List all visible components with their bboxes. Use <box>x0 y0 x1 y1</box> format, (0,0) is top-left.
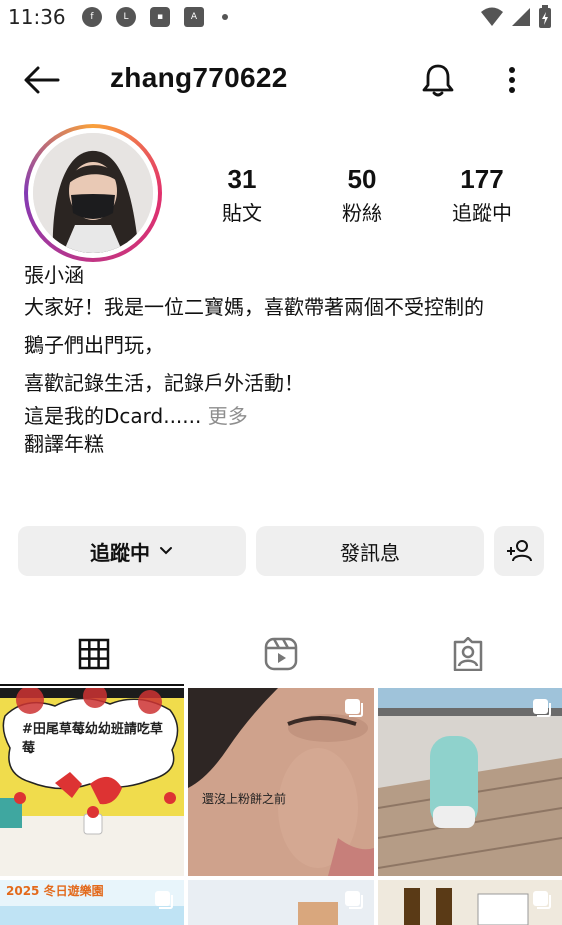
add-person-icon <box>507 540 532 562</box>
system-status-icons <box>480 5 552 29</box>
battery-icon <box>539 5 551 28</box>
bio-line: 這是我的Dcard...... <box>24 404 202 428</box>
bio-line: 喜歡記錄生活，記錄戶外活動！ <box>24 371 304 395</box>
multiple-photos-icon <box>155 891 173 909</box>
message-button[interactable]: 發訊息 <box>256 526 484 576</box>
more-options-icon[interactable] <box>500 62 524 98</box>
active-tab-indicator <box>0 684 184 686</box>
bio-line: 鵝子們出門玩， <box>24 333 164 357</box>
display-name: 張小涵 <box>24 263 84 287</box>
status-bar: 11:36 f L ▪ A <box>0 0 562 36</box>
posts-grid: #田尾草莓幼幼班請吃草莓 還沒上粉餅之前 2025 冬日遊樂園 <box>0 688 562 925</box>
tab-reels[interactable] <box>187 624 374 684</box>
post-caption-text: #田尾草莓幼幼班請吃草莓 <box>22 722 163 756</box>
bio-line: 大家好！我是一位二寶媽，喜歡帶著兩個不受控制的 <box>24 295 484 319</box>
post-thumbnail[interactable] <box>378 880 562 925</box>
avatar[interactable] <box>33 133 153 253</box>
multiple-photos-icon <box>345 891 363 909</box>
bio-more-row: 這是我的Dcard...... 更多 <box>24 402 544 430</box>
post-caption-text: 2025 冬日遊樂園 <box>6 884 104 898</box>
bio-more-link[interactable]: 更多 <box>208 404 248 428</box>
posts-label: 貼文 <box>222 201 262 225</box>
post-caption-text: 還沒上粉餅之前 <box>202 792 287 806</box>
news-icon: A <box>184 7 204 27</box>
suggest-people-button[interactable] <box>494 526 544 576</box>
message-button-label: 發訊息 <box>340 540 400 565</box>
post-thumbnail[interactable]: 還沒上粉餅之前 <box>188 688 374 876</box>
avatar-photo <box>33 133 153 253</box>
status-time: 11:36 <box>8 5 66 29</box>
followers-label: 粉絲 <box>342 201 382 225</box>
facebook-icon: f <box>82 7 102 27</box>
chevron-down-icon <box>160 547 172 555</box>
notification-icons: f L ▪ A <box>82 7 228 27</box>
profile-username: zhang770622 <box>110 62 288 93</box>
post-thumbnail[interactable] <box>188 880 374 925</box>
tagged-icon <box>453 637 482 671</box>
multiple-photos-icon <box>533 891 551 909</box>
profile-header: zhang770622 <box>0 52 562 108</box>
flipboard-icon: ▪ <box>150 7 170 27</box>
line-icon: L <box>116 7 136 27</box>
wifi-icon <box>481 7 503 26</box>
post-image <box>0 688 184 876</box>
reels-icon <box>264 637 297 671</box>
bell-icon[interactable] <box>418 60 458 100</box>
multiple-photos-icon <box>533 699 551 717</box>
tab-tagged[interactable] <box>374 624 561 684</box>
posts-count: 31 <box>227 164 257 194</box>
profile-tabs <box>0 624 562 686</box>
tab-posts-grid[interactable] <box>0 624 187 684</box>
post-thumbnail[interactable] <box>378 688 562 876</box>
story-ring[interactable] <box>24 124 162 262</box>
following-count: 177 <box>460 164 504 194</box>
signal-icon <box>512 8 530 26</box>
multiple-photos-icon <box>345 699 363 717</box>
followers-stat[interactable]: 50 粉絲 <box>312 164 412 226</box>
posts-stat[interactable]: 31 貼文 <box>192 164 292 226</box>
following-button-label: 追蹤中 <box>90 540 150 565</box>
following-stat[interactable]: 177 追蹤中 <box>432 164 532 226</box>
profile-bio: 張小涵 大家好！我是一位二寶媽，喜歡帶著兩個不受控制的 鵝子們出門玩， 喜歡記錄… <box>24 262 544 458</box>
more-notifications-dot <box>222 14 228 20</box>
post-thumbnail[interactable]: #田尾草莓幼幼班請吃草莓 <box>0 688 184 876</box>
post-thumbnail[interactable]: 2025 冬日遊樂園 <box>0 880 184 925</box>
following-label: 追蹤中 <box>452 201 512 225</box>
grid-icon <box>78 638 109 670</box>
back-arrow-icon[interactable] <box>22 64 62 96</box>
following-button[interactable]: 追蹤中 <box>18 526 246 576</box>
followers-count: 50 <box>347 164 377 194</box>
translate-link[interactable]: 翻譯年糕 <box>24 430 544 458</box>
